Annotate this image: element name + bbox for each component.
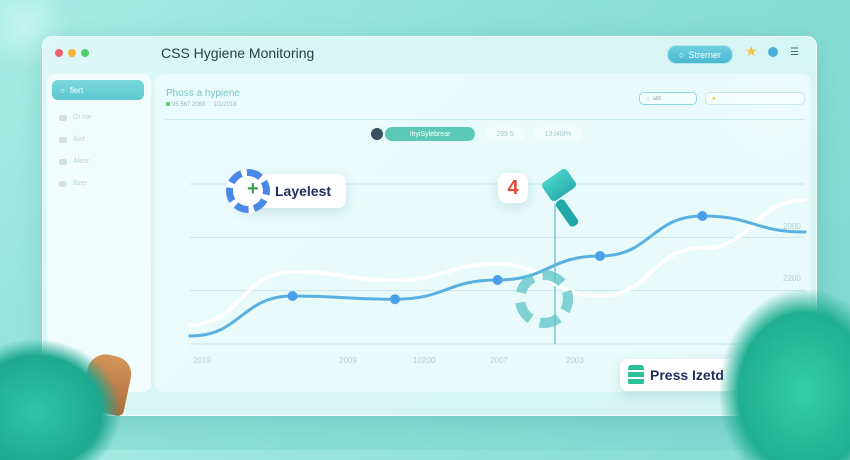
series-point[interactable] — [390, 294, 400, 305]
sidebar-item-3[interactable]: Alear — [59, 158, 89, 165]
streamer-button[interactable]: ○ Strerner — [667, 45, 733, 64]
user-icon — [59, 114, 67, 121]
close-dot[interactable] — [55, 49, 63, 57]
x-tick-label: 2007 — [490, 356, 508, 365]
gear-icon — [515, 270, 573, 328]
series-point[interactable] — [697, 211, 708, 221]
menu-icon[interactable]: ☰ — [790, 47, 799, 58]
search-icon: ○ — [679, 49, 685, 60]
titlebar: CSS Hygiene Monitoring ○ Strerner ★ ☰ — [43, 37, 816, 69]
maximize-dot[interactable] — [81, 49, 89, 57]
sidebar-item-1[interactable]: Oi me — [59, 114, 92, 121]
sidebar-search[interactable]: ○ fiert — [52, 80, 144, 100]
line-chart — [188, 183, 807, 345]
series-point[interactable] — [492, 275, 503, 285]
step-badge: 4 — [498, 173, 528, 203]
leaf-decoration-left — [0, 340, 120, 460]
database-icon — [628, 365, 644, 385]
y-tick-label: 2000 — [783, 222, 801, 231]
folder-icon — [59, 136, 67, 143]
star-icon[interactable]: ★ — [745, 43, 758, 60]
x-tick-label: 2003 — [566, 356, 584, 365]
plus-icon: + — [247, 178, 259, 200]
window-title: CSS Hygiene Monitoring — [161, 45, 315, 61]
paint-brush-icon — [540, 167, 580, 230]
search-icon: ○ — [60, 85, 65, 95]
series-line-0 — [188, 198, 807, 327]
sidebar-item-4[interactable]: Bzer — [59, 180, 87, 187]
leaf-decoration-right — [720, 290, 850, 460]
tag-icon — [59, 180, 67, 187]
main-panel: Phoss a hypiene 95 567 2083 1/1/2018 ○ a… — [155, 74, 811, 392]
layers-card[interactable]: + Layelest — [226, 169, 346, 213]
chat-icon — [59, 158, 67, 165]
y-tick-label: 2200 — [783, 274, 801, 283]
x-tick-label: 2009 — [339, 356, 357, 365]
series-point[interactable] — [287, 291, 298, 301]
series-point[interactable] — [595, 251, 605, 261]
x-tick-label: 10200 — [413, 356, 436, 365]
sidebar-item-2[interactable]: Aist — [59, 136, 85, 143]
minimize-dot[interactable] — [68, 49, 76, 57]
x-tick-label: 2019 — [193, 356, 211, 365]
minus-circle-icon[interactable] — [768, 47, 778, 57]
